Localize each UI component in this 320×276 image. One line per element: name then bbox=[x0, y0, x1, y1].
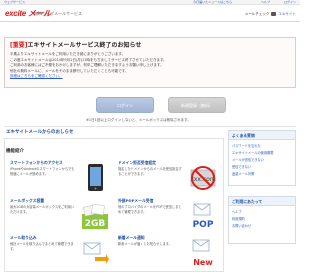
top-bar: ウェブサービス 今日届いたニュースはこちら ヘルプ ログイン bbox=[0, 0, 300, 5]
header-user-area: メールチェック エキサイト bbox=[245, 12, 296, 17]
site-header: excite メール 無料ウェブメールサービス メールチェック エキサイト bbox=[0, 6, 300, 22]
badge-new: New bbox=[193, 258, 213, 267]
notice-details-link[interactable]: 詳細はこちらをご確認ください。 bbox=[10, 74, 292, 80]
login-note: ※1日1回以上ログインしないと、メールボックスは削除されます。 bbox=[86, 118, 191, 122]
service-end-notice: [重要]エキサイトメールサービス終了のお知らせ 平素よりエキサイトメールをご利用… bbox=[4, 37, 296, 88]
notice-body: 平素よりエキサイトメールをご利用いただき誠にありがとうございます。 この度エキサ… bbox=[10, 52, 292, 80]
badge-2gb: 2GB bbox=[85, 219, 106, 229]
feature-new-mail-notify[interactable]: 新着メール通知 新着メールが届くとお知らせします。 New bbox=[118, 235, 220, 273]
important-tag: [重要] bbox=[10, 42, 28, 49]
feature-desc: iPhoneやAndroidのスマートフォンからでも快適にメールが読めます。 bbox=[10, 167, 75, 176]
usage-item[interactable]: ヘルプ bbox=[232, 209, 294, 216]
feature-external-pop[interactable]: 外部POPメール受信 他のプロバイダのメールをPOPで受信しまとめて管理できます… bbox=[118, 198, 220, 236]
top-left-link[interactable]: ウェブサービス bbox=[4, 0, 25, 5]
usage-list: ヘルプ 利用規約 お問い合わせ bbox=[232, 209, 294, 230]
faq-list: パスワードを忘れた エキサイトメールの使用期限 メールが送信できない 受信できな… bbox=[232, 143, 294, 178]
faq-title: よくある質問 bbox=[232, 133, 255, 138]
news-link[interactable]: 今日届いたニュースはこちら bbox=[193, 0, 232, 5]
divider bbox=[4, 126, 296, 127]
feature-title[interactable]: ドメイン拒否受信設定 bbox=[118, 160, 156, 165]
faq-item[interactable]: パスワードを忘れた bbox=[232, 143, 294, 150]
feature-desc: 指定したドメインからのメールを受信拒否することができます。 bbox=[118, 167, 182, 176]
feature-desc: 新着メールが届くとお知らせします。 bbox=[118, 242, 172, 246]
features-heading: 機能紹介 bbox=[6, 149, 24, 154]
import-icon bbox=[83, 242, 109, 264]
faq-item[interactable]: エキサイトメールの使用期限 bbox=[232, 150, 294, 157]
usage-item[interactable]: お問い合わせ bbox=[232, 223, 294, 230]
announcements-title: エキサイトメールからのおしらせ bbox=[6, 130, 74, 135]
faq-item[interactable]: 受信できない bbox=[232, 164, 294, 171]
feature-title[interactable]: 新着メール通知 bbox=[118, 235, 145, 240]
feature-mailbox-capacity[interactable]: メールボックス容量 最大2GBの大容量メールボックスをご利用いただけます。 2G… bbox=[10, 198, 112, 236]
feature-title[interactable]: 外部POPメール受信 bbox=[118, 198, 153, 203]
user-name[interactable]: エキサイト bbox=[279, 12, 297, 16]
feature-title[interactable]: メールボックス容量 bbox=[10, 198, 44, 203]
service-subtitle: 無料ウェブメールサービス bbox=[34, 11, 82, 16]
login-button[interactable]: ログイン bbox=[96, 97, 154, 113]
faq-item[interactable]: メールが送信できない bbox=[232, 157, 294, 164]
usage-title: ご利用にあたって bbox=[232, 199, 263, 204]
smartphone-icon bbox=[88, 164, 103, 191]
mail-icon bbox=[271, 12, 277, 16]
feature-mail-import[interactable]: メール取り込み 他社メールを取り込んでまとめて管理できます。 bbox=[10, 235, 112, 273]
feature-domain-block[interactable]: ドメイン拒否受信設定 指定したドメインからのメールを受信拒否することができます。… bbox=[118, 160, 220, 198]
faq-item[interactable]: 迷惑メール対策 bbox=[232, 171, 294, 178]
usage-box: ご利用にあたって ヘルプ 利用規約 お問い合わせ bbox=[228, 196, 296, 244]
usage-header: ご利用にあたって bbox=[229, 197, 295, 206]
signup-button[interactable]: 新規登録（無料） bbox=[168, 97, 226, 113]
feature-desc: 他のプロバイダのメールをPOPで受信しまとめて管理できます。 bbox=[118, 205, 182, 214]
feature-title[interactable]: メール取り込み bbox=[10, 235, 37, 240]
notice-title: [重要]エキサイトメールサービス終了のお知らせ bbox=[10, 42, 142, 49]
mail-check-label[interactable]: メールチェック bbox=[245, 12, 270, 16]
feature-smartphone[interactable]: スマートフォンからのアクセス iPhoneやAndroidのスマートフォンからで… bbox=[10, 160, 112, 198]
faq-header: よくある質問 bbox=[229, 131, 295, 140]
pop-icon: POP bbox=[193, 203, 214, 230]
feature-desc: 他社メールを取り込んでまとめて管理できます。 bbox=[10, 242, 74, 251]
feature-desc: 最大2GBの大容量メールボックスをご利用いただけます。 bbox=[10, 205, 74, 214]
storage-2gb-icon: 2GB bbox=[82, 203, 108, 229]
badge-pop: POP bbox=[193, 220, 214, 230]
feature-title[interactable]: スマートフォンからのアクセス bbox=[10, 160, 63, 165]
new-mail-icon: New bbox=[192, 239, 213, 267]
help-top-link[interactable]: ヘルプ bbox=[261, 0, 270, 5]
block-icon: xxx.com bbox=[190, 166, 216, 190]
usage-item[interactable]: 利用規約 bbox=[232, 216, 294, 223]
faq-box: よくある質問 パスワードを忘れた エキサイトメールの使用期限 メールが送信できな… bbox=[228, 130, 296, 186]
login-top-link[interactable]: ログイン bbox=[284, 0, 296, 5]
